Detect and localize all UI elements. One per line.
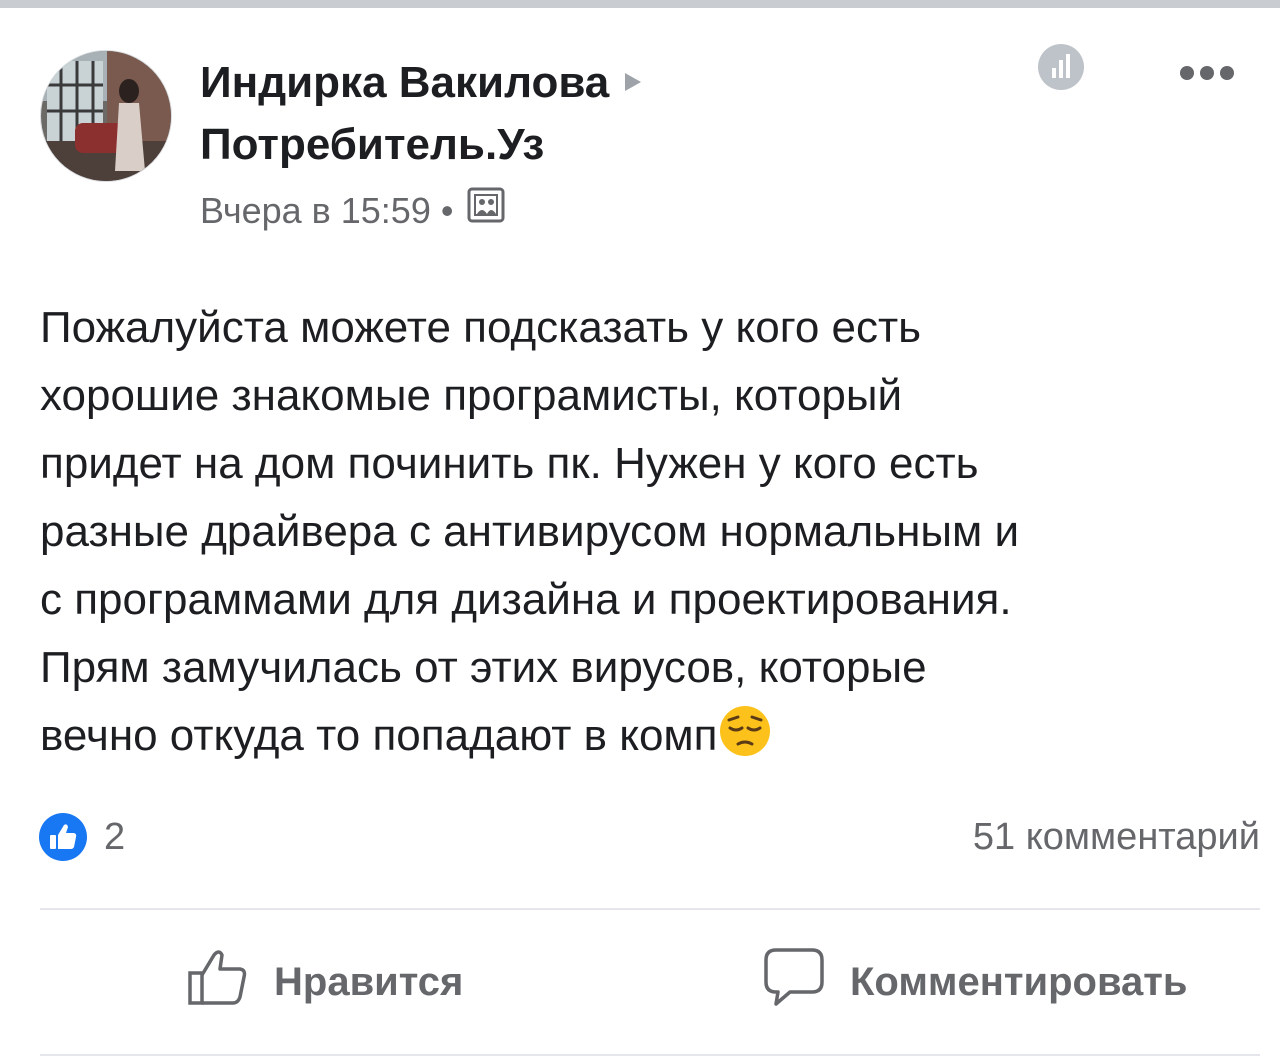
like-button[interactable]: Нравится [186, 944, 463, 1020]
group-audience-icon [467, 186, 505, 236]
more-dot [1220, 66, 1234, 80]
shared-to-arrow-icon [625, 73, 642, 91]
avatar-photo [41, 51, 171, 181]
post-meta: Вчера в 15:59 • [200, 186, 505, 236]
author-avatar[interactable] [40, 50, 172, 182]
post-body: Пожалуйста можете подсказать у кого есть… [40, 294, 1260, 770]
post-line: разные драйвера с антивирусом нормальным… [40, 507, 1020, 556]
like-reaction-icon[interactable] [38, 812, 88, 862]
post-header: Индирка Вакилова Потребитель.Уз [200, 52, 760, 176]
actions-divider-top [40, 908, 1260, 910]
post-timestamp[interactable]: Вчера в 15:59 [200, 186, 431, 236]
more-options-icon[interactable] [1180, 60, 1242, 86]
actions-divider-bottom [40, 1054, 1260, 1056]
post-line: придет на дом починить пк. Нужен у кого … [40, 439, 979, 488]
post-line: Пожалуйста можете подсказать у кого есть [40, 303, 922, 352]
pensive-face-emoji [718, 704, 772, 758]
like-button-label: Нравится [274, 959, 464, 1004]
comment-button[interactable]: Комментировать [762, 944, 1187, 1020]
thumbs-up-icon [186, 947, 250, 1017]
author-name-link[interactable]: Индирка Вакилова [200, 58, 609, 107]
more-dot [1180, 66, 1194, 80]
comment-bubble-icon [762, 946, 826, 1018]
comments-count[interactable]: 51 комментарий [973, 812, 1260, 862]
more-dot [1200, 66, 1214, 80]
meta-separator: • [440, 190, 454, 231]
post-line: вечно откуда то попадают в комп [40, 711, 718, 760]
post-line: хорошие знакомые програмисты, который [40, 371, 903, 420]
comment-button-label: Комментировать [850, 959, 1188, 1004]
insights-icon[interactable] [1036, 42, 1086, 92]
group-name-link[interactable]: Потребитель.Уз [200, 120, 544, 169]
top-divider-bar [0, 0, 1280, 8]
post-line: Прям замучилась от этих вирусов, которые [40, 643, 927, 692]
post-line: с программами для дизайна и проектирован… [40, 575, 1012, 624]
like-count[interactable]: 2 [104, 812, 125, 862]
